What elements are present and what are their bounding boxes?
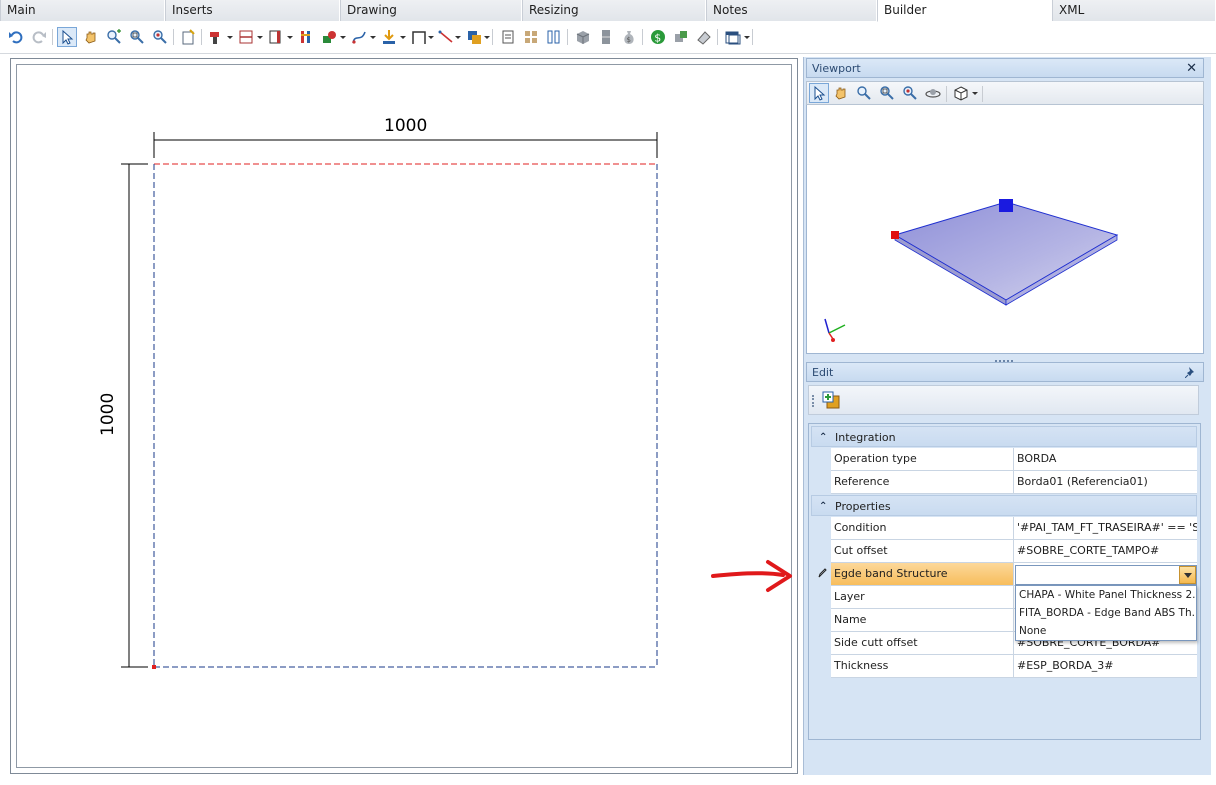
tab-xml[interactable]: XML xyxy=(1052,0,1216,21)
property-name: Operation type xyxy=(831,448,1014,471)
panel-handle-red[interactable] xyxy=(891,231,899,239)
viewport-header: Viewport ✕ xyxy=(806,58,1204,78)
property-name: Condition xyxy=(831,517,1014,540)
dropdown-arrow-icon[interactable] xyxy=(972,92,978,95)
panel-handle-blue[interactable] xyxy=(999,199,1013,212)
property-row[interactable]: Cut offset #SOBRE_CORTE_TAMPO# xyxy=(811,540,1197,563)
tab-builder[interactable]: Builder xyxy=(877,0,1052,22)
pencil-icon xyxy=(818,568,827,578)
zoom-window-icon[interactable] xyxy=(877,83,897,103)
edge-band-options-list: CHAPA - White Panel Thickness 2... FITA_… xyxy=(1015,585,1197,641)
property-value[interactable]: BORDA xyxy=(1014,448,1197,471)
property-name: Thickness xyxy=(831,655,1014,678)
row-gutter xyxy=(811,563,831,586)
category-integration[interactable]: ⌃ Integration xyxy=(811,426,1197,447)
property-value[interactable]: #ESP_BORDA_3# xyxy=(1014,655,1197,678)
row-gutter xyxy=(811,448,831,471)
row-gutter xyxy=(811,517,831,540)
viewport-toolbar xyxy=(806,81,1204,105)
add-component-icon[interactable] xyxy=(821,390,841,410)
row-gutter xyxy=(811,471,831,494)
edge-band-structure-combo[interactable] xyxy=(1015,565,1197,585)
zoom-extents-icon[interactable] xyxy=(854,83,874,103)
close-icon[interactable]: ✕ xyxy=(1186,59,1197,79)
row-gutter xyxy=(811,586,831,609)
row-gutter xyxy=(811,609,831,632)
annotation-arrow-shaft xyxy=(711,571,785,578)
view-cube-icon[interactable] xyxy=(951,83,971,103)
category-label: Integration xyxy=(835,431,896,444)
edit-toolbar xyxy=(808,385,1199,415)
chevron-down-icon xyxy=(1183,572,1192,578)
property-name: Cut offset xyxy=(831,540,1014,563)
collapse-chevron-icon[interactable]: ⌃ xyxy=(819,496,827,517)
dropdown-option[interactable]: FITA_BORDA - Edge Band ABS Th... xyxy=(1019,604,1195,622)
property-value[interactable]: Borda01 (Referencia01) xyxy=(1014,471,1197,494)
orbit-icon[interactable] xyxy=(923,83,943,103)
row-gutter xyxy=(811,632,831,655)
property-row[interactable]: Condition '#PAI_TAM_FT_TRASEIRA#' == 'SI… xyxy=(811,517,1197,540)
viewport-title: Viewport xyxy=(812,62,861,75)
axis-x-dot xyxy=(831,338,835,342)
dropdown-option[interactable]: None xyxy=(1019,622,1195,640)
pin-icon[interactable] xyxy=(1184,365,1197,385)
edit-title: Edit xyxy=(812,366,834,379)
property-name: Name xyxy=(831,609,1014,632)
category-label: Properties xyxy=(835,500,891,513)
toolbar-separator xyxy=(946,86,947,102)
panel-splitter[interactable] xyxy=(806,354,1204,362)
viewport-3d-view[interactable] xyxy=(806,105,1204,354)
panel-top-face xyxy=(893,201,1119,301)
property-name: Egde band Structure xyxy=(831,563,1014,586)
dropdown-option[interactable]: CHAPA - White Panel Thickness 2... xyxy=(1019,586,1195,604)
property-value[interactable]: #SOBRE_CORTE_TAMPO# xyxy=(1014,540,1197,563)
dimension-width-label: 1000 xyxy=(384,116,428,136)
dimension-height-label: 1000 xyxy=(98,392,118,436)
axis-z-line xyxy=(824,318,830,334)
collapse-chevron-icon[interactable]: ⌃ xyxy=(819,427,827,448)
property-name: Reference xyxy=(831,471,1014,494)
toolbar-grip xyxy=(812,395,814,407)
property-row[interactable]: Reference Borda01 (Referencia01) xyxy=(811,471,1197,494)
zoom-icon[interactable] xyxy=(900,83,920,103)
property-value[interactable]: '#PAI_TAM_FT_TRASEIRA#' == 'SIM' xyxy=(1014,517,1197,540)
panel-3d-model xyxy=(824,199,1119,342)
property-name: Side cutt offset xyxy=(831,632,1014,655)
edit-header: Edit xyxy=(806,362,1204,382)
row-gutter xyxy=(811,655,831,678)
property-row[interactable]: Thickness #ESP_BORDA_3# xyxy=(811,655,1197,678)
pan-icon[interactable] xyxy=(831,83,851,103)
select-icon[interactable] xyxy=(809,83,829,103)
property-row[interactable]: Operation type BORDA xyxy=(811,448,1197,471)
axis-y-line xyxy=(828,324,846,334)
property-name: Layer xyxy=(831,586,1014,609)
combo-dropdown-button[interactable] xyxy=(1179,566,1196,584)
category-properties[interactable]: ⌃ Properties xyxy=(811,495,1197,516)
row-gutter xyxy=(811,540,831,563)
panel-origin-marker xyxy=(152,665,156,669)
toolbar-separator xyxy=(982,86,983,102)
